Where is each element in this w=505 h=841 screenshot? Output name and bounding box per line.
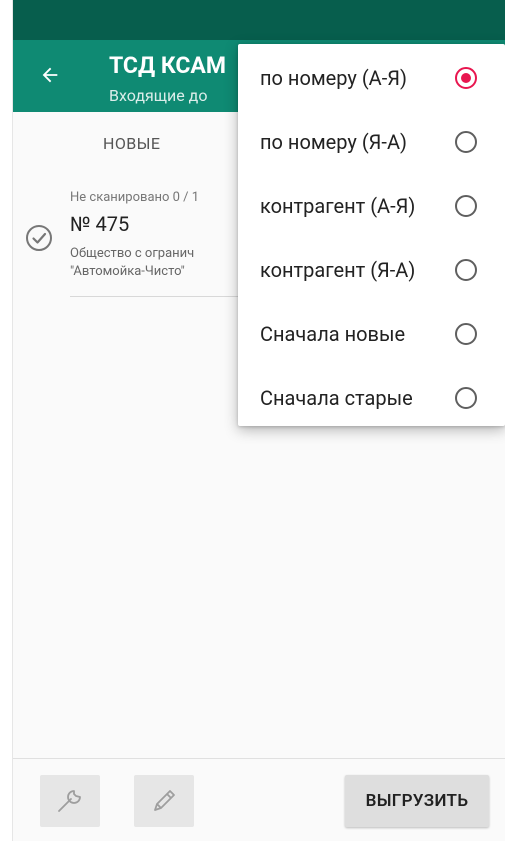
counterparty-name-2: "Автомойка-Чисто" (70, 264, 185, 279)
menu-item-label: контрагент (Я-А) (260, 258, 416, 282)
scan-status: Не сканировано 0 / 1 (70, 190, 200, 205)
menu-item-label: контрагент (А-Я) (260, 194, 416, 218)
app-title: ТСД КСАМ (109, 52, 226, 79)
radio-unchecked-icon[interactable] (455, 259, 477, 281)
document-number: № 475 (70, 212, 130, 236)
menu-item-label: Сначала старые (260, 386, 413, 410)
wrench-icon (58, 790, 81, 812)
counterparty-name: Общество с огранич (70, 246, 195, 261)
sort-option-oldest-first[interactable]: Сначала старые (238, 366, 505, 430)
status-bar (13, 0, 505, 40)
screen-edge (0, 0, 12, 841)
edit-button[interactable] (134, 775, 194, 827)
app-subtitle: Входящие до (109, 86, 208, 105)
radio-unchecked-icon[interactable] (455, 323, 477, 345)
menu-item-label: по номеру (Я-А) (260, 130, 407, 154)
sort-option-number-asc[interactable]: по номеру (А-Я) (238, 46, 505, 110)
settings-button[interactable] (40, 775, 100, 827)
sort-option-newest-first[interactable]: Сначала новые (238, 302, 505, 366)
bottom-bar: ВЫГРУЗИТЬ (13, 758, 505, 841)
tab-new[interactable]: НОВЫЕ (103, 134, 160, 153)
menu-item-label: Сначала новые (260, 322, 406, 346)
pencil-icon (154, 790, 175, 811)
sort-option-counterparty-asc[interactable]: контрагент (А-Я) (238, 174, 505, 238)
sort-menu: по номеру (А-Я) по номеру (Я-А) контраге… (238, 44, 505, 426)
radio-checked-icon[interactable] (455, 67, 477, 89)
sort-option-number-desc[interactable]: по номеру (Я-А) (238, 110, 505, 174)
radio-unchecked-icon[interactable] (455, 131, 477, 153)
radio-unchecked-icon[interactable] (455, 195, 477, 217)
phone-screen: ТСД КСАМ Входящие до НОВЫЕ Не сканирован… (0, 0, 505, 841)
check-circle-icon (26, 225, 52, 251)
radio-unchecked-icon[interactable] (455, 387, 477, 409)
back-arrow-icon[interactable] (39, 64, 61, 86)
sort-option-counterparty-desc[interactable]: контрагент (Я-А) (238, 238, 505, 302)
menu-item-label: по номеру (А-Я) (260, 66, 407, 90)
upload-button[interactable]: ВЫГРУЗИТЬ (345, 775, 489, 827)
